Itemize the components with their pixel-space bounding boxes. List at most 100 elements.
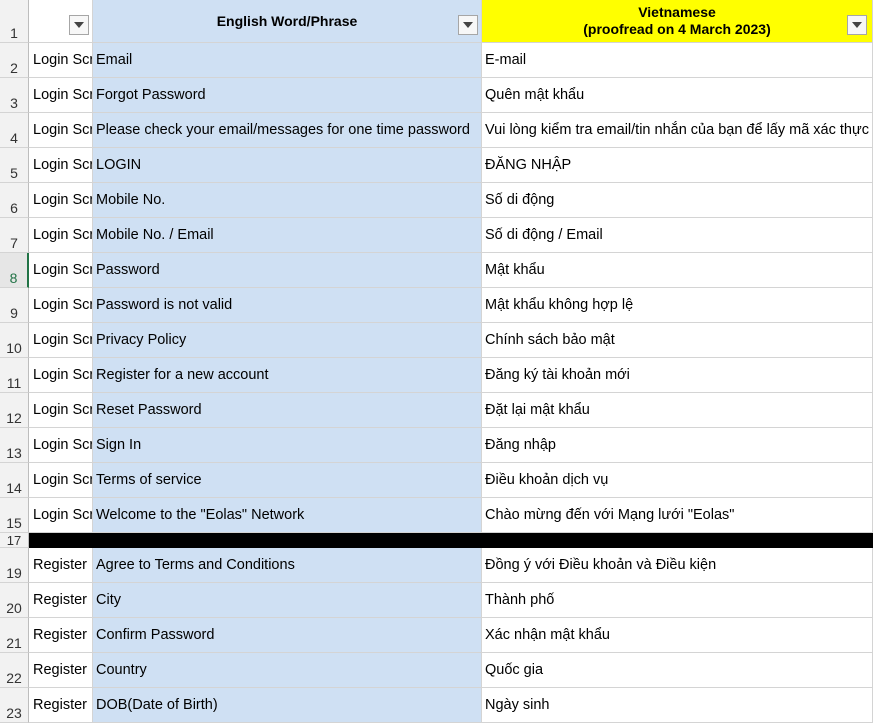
screen-cell[interactable]: Login Scr	[29, 218, 93, 253]
row-number[interactable]: 6	[0, 183, 29, 218]
english-cell[interactable]: Agree to Terms and Conditions	[93, 548, 482, 583]
table-row[interactable]: 4 Login Scr Please check your email/messag…	[0, 113, 873, 148]
screen-cell[interactable]: Login Scr	[29, 253, 93, 288]
vietnamese-cell[interactable]: Thành phố	[482, 583, 873, 618]
english-cell[interactable]: Mobile No.	[93, 183, 482, 218]
filter-dropdown-english[interactable]	[458, 15, 478, 35]
screen-cell[interactable]: Register	[29, 618, 93, 653]
table-row[interactable]: 22 Register Country Quốc gia	[0, 653, 873, 688]
screen-cell[interactable]: Register	[29, 653, 93, 688]
row-number[interactable]: 4	[0, 113, 29, 148]
english-cell[interactable]: Email	[93, 43, 482, 78]
separator-cell-a[interactable]	[29, 533, 93, 548]
english-cell[interactable]: Please check your email/messages for one…	[93, 113, 482, 148]
row-number[interactable]: 2	[0, 43, 29, 78]
vietnamese-cell[interactable]: Đặt lại mật khẩu	[482, 393, 873, 428]
table-row[interactable]: 7 Login Scr Mobile No. / Email Số di động /…	[0, 218, 873, 253]
row-number[interactable]: 23	[0, 688, 29, 723]
row-number[interactable]: 7	[0, 218, 29, 253]
vietnamese-cell[interactable]: Điều khoản dịch vụ	[482, 463, 873, 498]
english-cell[interactable]: Register for a new account	[93, 358, 482, 393]
screen-cell[interactable]: Login Scr	[29, 498, 93, 533]
separator-cell-c[interactable]	[482, 533, 873, 548]
table-row[interactable]: 3 Login Scr Forgot Password Quên mật khẩu	[0, 78, 873, 113]
filter-dropdown-vietnamese[interactable]	[847, 15, 867, 35]
vietnamese-cell[interactable]: ĐĂNG NHẬP	[482, 148, 873, 183]
row-number[interactable]: 19	[0, 548, 29, 583]
vietnamese-cell[interactable]: Vui lòng kiểm tra email/tin nhắn của bạn…	[482, 113, 873, 148]
table-row[interactable]: 12 Login Scr Reset Password Đặt lại mật khẩ…	[0, 393, 873, 428]
screen-cell[interactable]: Login Scr	[29, 358, 93, 393]
vietnamese-cell[interactable]: Đăng nhập	[482, 428, 873, 463]
row-number[interactable]: 14	[0, 463, 29, 498]
table-row[interactable]: 19 Register Agree to Terms and Conditions Đ…	[0, 548, 873, 583]
vietnamese-cell[interactable]: Mật khẩu	[482, 253, 873, 288]
screen-cell[interactable]: Login Scr	[29, 78, 93, 113]
row-number[interactable]: 1	[0, 0, 29, 43]
screen-cell[interactable]: Login Scr	[29, 148, 93, 183]
english-cell[interactable]: Password is not valid	[93, 288, 482, 323]
screen-cell[interactable]: Login Scr	[29, 428, 93, 463]
row-number[interactable]: 20	[0, 583, 29, 618]
header-cell-english[interactable]: English Word/Phrase	[93, 0, 482, 43]
screen-cell[interactable]: Register	[29, 548, 93, 583]
english-cell[interactable]: Forgot Password	[93, 78, 482, 113]
table-row[interactable]: 9 Login Scr Password is not valid Mật khẩu …	[0, 288, 873, 323]
vietnamese-cell[interactable]: Số di động	[482, 183, 873, 218]
table-row[interactable]: 23 Register DOB(Date of Birth) Ngày sinh	[0, 688, 873, 723]
vietnamese-cell[interactable]: Mật khẩu không hợp lệ	[482, 288, 873, 323]
vietnamese-cell[interactable]: Số di động / Email	[482, 218, 873, 253]
table-row[interactable]: 6 Login Scr Mobile No. Số di động	[0, 183, 873, 218]
vietnamese-cell[interactable]: Chính sách bảo mật	[482, 323, 873, 358]
english-cell[interactable]: Reset Password	[93, 393, 482, 428]
table-row[interactable]: 2 Login Scr Email E-mail	[0, 43, 873, 78]
table-row[interactable]: 10 Login Scr Privacy Policy Chính sách bảo …	[0, 323, 873, 358]
row-number[interactable]: 8	[0, 253, 29, 288]
row-number[interactable]: 17	[0, 533, 29, 548]
row-number[interactable]: 5	[0, 148, 29, 183]
row-number[interactable]: 3	[0, 78, 29, 113]
table-row[interactable]: 14 Login Scr Terms of service Điều khoản dị…	[0, 463, 873, 498]
screen-cell[interactable]: Login Scr	[29, 183, 93, 218]
row-number[interactable]: 11	[0, 358, 29, 393]
screen-cell[interactable]: Login Scr	[29, 463, 93, 498]
screen-cell[interactable]: Login Scr	[29, 43, 93, 78]
vietnamese-cell[interactable]: Xác nhận mật khẩu	[482, 618, 873, 653]
screen-cell[interactable]: Register	[29, 583, 93, 618]
table-row[interactable]: 11 Login Scr Register for a new account Đăn…	[0, 358, 873, 393]
filter-dropdown-a[interactable]	[69, 15, 89, 35]
table-row[interactable]: 15 Login Scr Welcome to the "Eolas" Networ…	[0, 498, 873, 533]
vietnamese-cell[interactable]: Đồng ý với Điều khoản và Điều kiện	[482, 548, 873, 583]
table-row[interactable]: 21 Register Confirm Password Xác nhận mật k…	[0, 618, 873, 653]
vietnamese-cell[interactable]: E-mail	[482, 43, 873, 78]
vietnamese-cell[interactable]: Đăng ký tài khoản mới	[482, 358, 873, 393]
row-number[interactable]: 12	[0, 393, 29, 428]
screen-cell[interactable]: Register	[29, 688, 93, 723]
english-cell[interactable]: Welcome to the "Eolas" Network	[93, 498, 482, 533]
row-number[interactable]: 13	[0, 428, 29, 463]
screen-cell[interactable]: Login Scr	[29, 288, 93, 323]
vietnamese-cell[interactable]: Quốc gia	[482, 653, 873, 688]
english-cell[interactable]: City	[93, 583, 482, 618]
table-row[interactable]: 8 Login Scr Password Mật khẩu	[0, 253, 873, 288]
english-cell[interactable]: Privacy Policy	[93, 323, 482, 358]
vietnamese-cell[interactable]: Chào mừng đến với Mạng lưới "Eolas"	[482, 498, 873, 533]
table-row[interactable]: 13 Login Scr Sign In Đăng nhập	[0, 428, 873, 463]
table-row[interactable]: 20 Register City Thành phố	[0, 583, 873, 618]
row-number[interactable]: 22	[0, 653, 29, 688]
screen-cell[interactable]: Login Scr	[29, 393, 93, 428]
english-cell[interactable]: LOGIN	[93, 148, 482, 183]
english-cell[interactable]: Country	[93, 653, 482, 688]
screen-cell[interactable]: Login Scr	[29, 323, 93, 358]
english-cell[interactable]: Sign In	[93, 428, 482, 463]
vietnamese-cell[interactable]: Ngày sinh	[482, 688, 873, 723]
separator-row[interactable]: 17	[0, 533, 873, 548]
header-cell-vietnamese[interactable]: Vietnamese (proofread on 4 March 2023)	[482, 0, 873, 43]
row-number[interactable]: 9	[0, 288, 29, 323]
english-cell[interactable]: Confirm Password	[93, 618, 482, 653]
row-number[interactable]: 10	[0, 323, 29, 358]
spreadsheet-grid[interactable]: 1 English Word/Phrase Vietnamese (proofr…	[0, 0, 873, 724]
separator-cell-b[interactable]	[93, 533, 482, 548]
english-cell[interactable]: Mobile No. / Email	[93, 218, 482, 253]
row-number[interactable]: 21	[0, 618, 29, 653]
